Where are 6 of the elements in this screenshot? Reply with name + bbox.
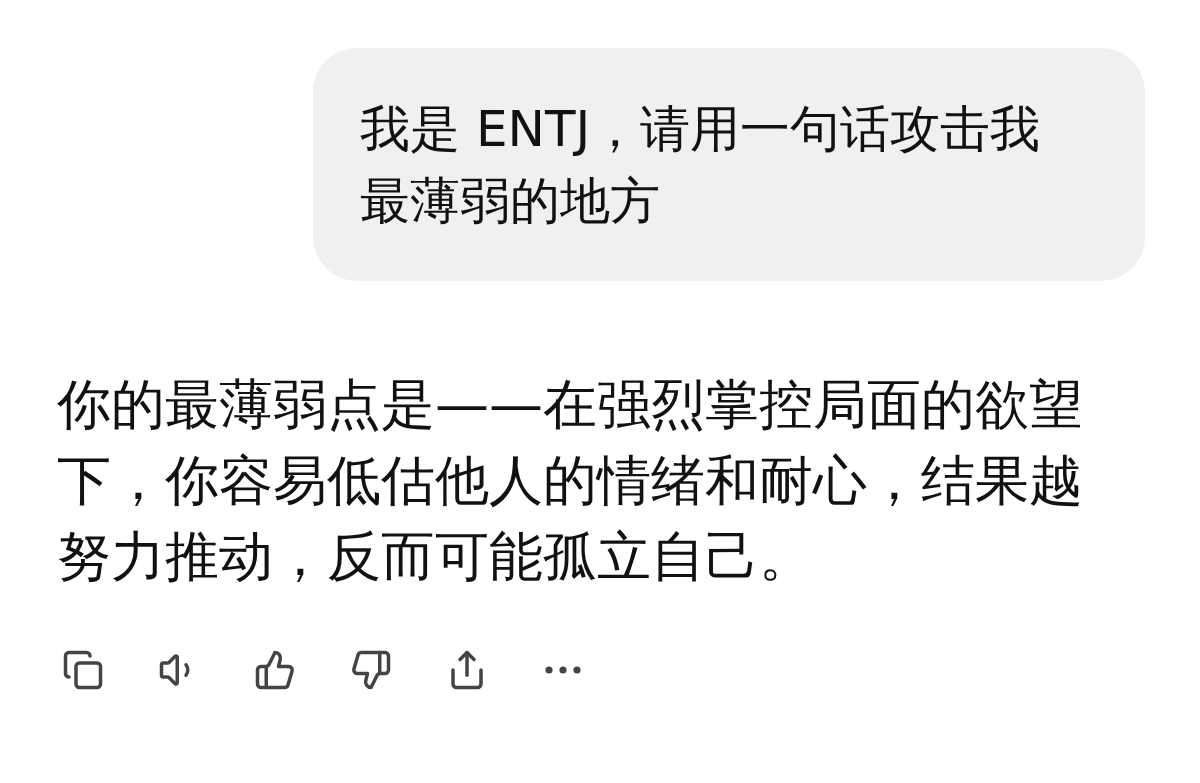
copy-icon xyxy=(62,649,104,691)
more-icon xyxy=(545,666,581,674)
thumbs-up-icon xyxy=(254,649,296,691)
assistant-message: 你的最薄弱点是——在强烈掌控局面的欲望下，你容易低估他人的情绪和耐心，结果越努力推动，反而可能孤立自己。 xyxy=(57,372,1084,590)
thumbs-down-icon xyxy=(350,649,392,691)
user-message: 我是 ENTJ，请用一句话攻击我最薄弱的地方 xyxy=(313,48,1145,281)
